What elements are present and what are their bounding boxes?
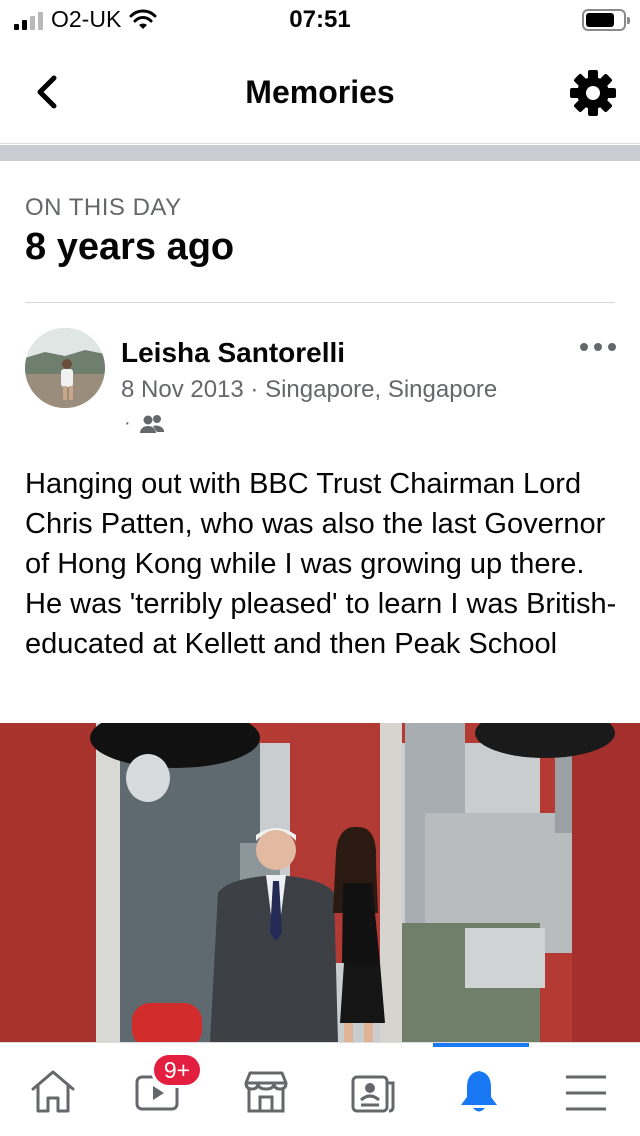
bell-icon — [461, 1071, 497, 1112]
battery-icon — [582, 9, 630, 31]
status-time: 07:51 — [289, 6, 351, 33]
video-badge: 9+ — [151, 1052, 203, 1088]
more-options-button[interactable] — [578, 334, 618, 360]
marketplace-icon — [244, 1071, 288, 1113]
section-label: ON THIS DAY — [25, 194, 182, 221]
tab-home[interactable] — [0, 1043, 106, 1136]
tab-news[interactable] — [320, 1043, 426, 1136]
status-bar: O2-UK 07:51 — [0, 0, 640, 40]
author-name[interactable]: Leisha Santorelli — [121, 337, 345, 369]
audience-separator: · — [124, 412, 131, 434]
more-horizontal-icon — [580, 343, 616, 351]
nav-header: Memories — [0, 40, 640, 144]
years-ago-heading: 8 years ago — [25, 226, 235, 268]
section-divider — [0, 145, 640, 161]
tab-menu[interactable] — [533, 1043, 639, 1136]
gear-icon — [570, 70, 616, 116]
post-photo[interactable] — [0, 723, 640, 1043]
post-meta: 8 Nov 2013 · Singapore, Singapore — [121, 376, 498, 403]
page-title: Memories — [245, 74, 395, 110]
friends-icon — [139, 414, 164, 433]
settings-button[interactable] — [568, 68, 618, 118]
tab-bar — [0, 1042, 640, 1136]
post-text: Hanging out with BBC Trust Chairman Lord… — [25, 468, 617, 660]
menu-icon — [566, 1075, 606, 1111]
tab-notifications[interactable] — [426, 1043, 532, 1136]
audience-row[interactable]: · — [124, 412, 165, 435]
avatar[interactable] — [25, 328, 105, 408]
news-icon — [351, 1075, 395, 1113]
active-tab-indicator — [433, 1043, 529, 1047]
tab-marketplace[interactable] — [213, 1043, 319, 1136]
section-rule — [25, 302, 615, 303]
home-icon — [31, 1070, 75, 1113]
